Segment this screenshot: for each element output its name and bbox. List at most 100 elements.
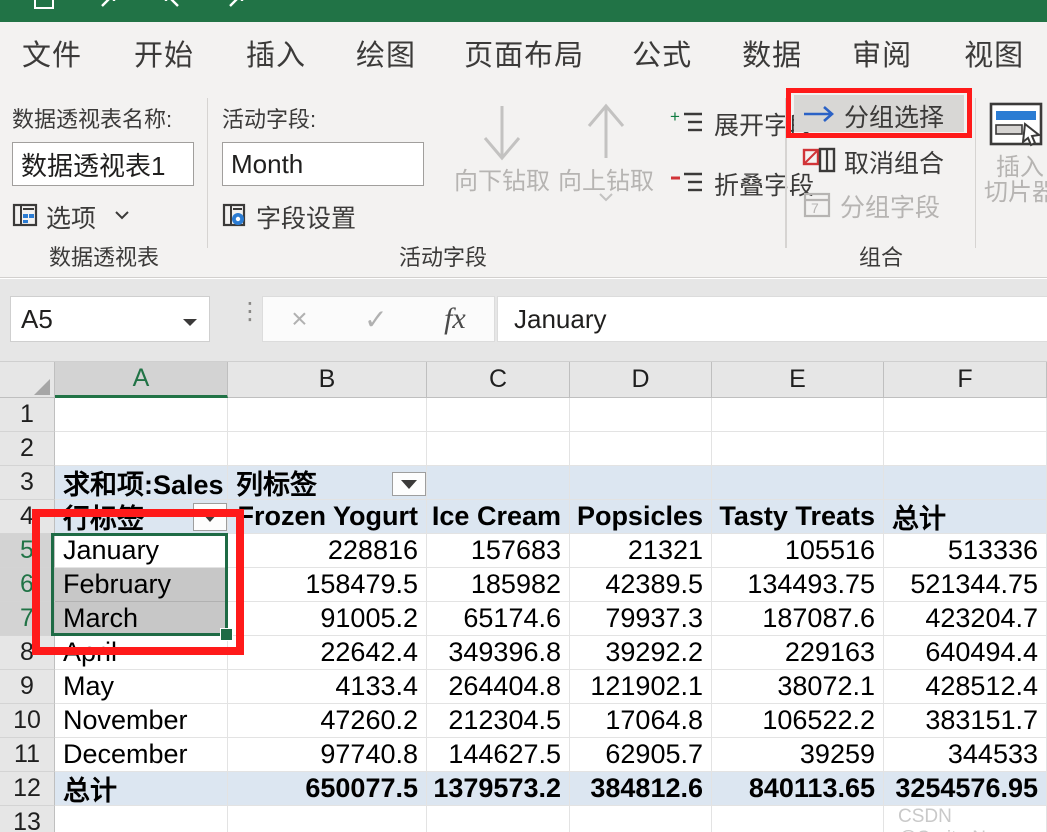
row-header-6[interactable]: 6 [0, 568, 55, 602]
row-header-1[interactable]: 1 [0, 398, 55, 432]
cell-e7[interactable]: 187087.6 [712, 602, 884, 636]
cell-c7[interactable]: 65174.6 [427, 602, 570, 636]
cell-b12[interactable]: 650077.5 [228, 772, 427, 806]
cell-e9[interactable]: 38072.1 [712, 670, 884, 704]
cell-a1[interactable] [55, 398, 228, 432]
cell-f9[interactable]: 428512.4 [884, 670, 1047, 704]
enter-icon[interactable]: ✓ [364, 303, 387, 336]
insert-function-icon[interactable]: fx [444, 302, 466, 336]
cell-c9[interactable]: 264404.8 [427, 670, 570, 704]
cell-e4-tasty-treats[interactable]: Tasty Treats [712, 500, 884, 534]
chevron-down-icon[interactable] [598, 190, 614, 208]
cell-c5[interactable]: 157683 [427, 534, 570, 568]
cell-f4-grand-total[interactable]: 总计 [884, 500, 1047, 534]
tab-home[interactable]: 开始 [134, 32, 194, 74]
cell-b1[interactable] [228, 398, 427, 432]
chevron-down-icon[interactable] [114, 208, 130, 226]
cell-e6[interactable]: 134493.75 [712, 568, 884, 602]
cell-f6[interactable]: 521344.75 [884, 568, 1047, 602]
column-header-a[interactable]: A [55, 362, 228, 398]
cell-c10[interactable]: 212304.5 [427, 704, 570, 738]
ungroup-button[interactable]: 取消组合 [802, 144, 944, 180]
cell-c13[interactable] [427, 806, 570, 832]
drill-up-button[interactable]: 向上钻取 [556, 102, 656, 208]
cell-b5[interactable]: 228816 [228, 534, 427, 568]
redo-icon[interactable] [94, 0, 122, 14]
cell-c1[interactable] [427, 398, 570, 432]
cell-e1[interactable] [712, 398, 884, 432]
cell-f1[interactable] [884, 398, 1047, 432]
row-header-9[interactable]: 9 [0, 670, 55, 704]
drill-down-button[interactable]: 向下钻取 [448, 102, 556, 194]
undo-icon[interactable] [158, 0, 186, 14]
cell-e5[interactable]: 105516 [712, 534, 884, 568]
formula-input[interactable]: January [497, 296, 1047, 342]
cell-a8-row-label[interactable]: April [55, 636, 228, 670]
cell-c4-ice-cream[interactable]: Ice Cream [427, 500, 570, 534]
cell-e8[interactable]: 229163 [712, 636, 884, 670]
row-header-4[interactable]: 4 [0, 500, 55, 534]
name-box[interactable]: A5 [10, 296, 210, 342]
cell-d9[interactable]: 121902.1 [570, 670, 712, 704]
tab-file[interactable]: 文件 [22, 32, 82, 74]
group-field-button[interactable]: 7 分组字段 [802, 188, 940, 224]
cell-f2[interactable] [884, 432, 1047, 466]
cell-a3-value-header[interactable]: 求和项:Sales [55, 466, 228, 500]
column-labels-filter-button[interactable] [392, 472, 426, 496]
select-all-corner[interactable] [0, 362, 55, 398]
row-header-7[interactable]: 7 [0, 602, 55, 636]
row-header-11[interactable]: 11 [0, 738, 55, 772]
cell-b8[interactable]: 22642.4 [228, 636, 427, 670]
cell-d2[interactable] [570, 432, 712, 466]
cell-e11[interactable]: 39259 [712, 738, 884, 772]
cell-d6[interactable]: 42389.5 [570, 568, 712, 602]
cancel-icon[interactable]: × [291, 303, 307, 335]
cell-d13[interactable] [570, 806, 712, 832]
cell-f10[interactable]: 383151.7 [884, 704, 1047, 738]
tab-review[interactable]: 审阅 [852, 32, 912, 74]
cell-a13[interactable] [55, 806, 228, 832]
row-header-3[interactable]: 3 [0, 466, 55, 500]
column-header-b[interactable]: B [228, 362, 427, 398]
cell-c11[interactable]: 144627.5 [427, 738, 570, 772]
cell-d10[interactable]: 17064.8 [570, 704, 712, 738]
cell-d3[interactable] [570, 466, 712, 500]
cell-c8[interactable]: 349396.8 [427, 636, 570, 670]
cell-d8[interactable]: 39292.2 [570, 636, 712, 670]
pivottable-name-input[interactable]: 数据透视表1 [12, 142, 194, 186]
cell-e12[interactable]: 840113.65 [712, 772, 884, 806]
cell-b10[interactable]: 47260.2 [228, 704, 427, 738]
cell-f3[interactable] [884, 466, 1047, 500]
cell-d7[interactable]: 79937.3 [570, 602, 712, 636]
cell-a9-row-label[interactable]: May [55, 670, 228, 704]
cell-f12[interactable]: 3254576.95 [884, 772, 1047, 806]
cell-a2[interactable] [55, 432, 228, 466]
cell-a10-row-label[interactable]: November [55, 704, 228, 738]
cell-d4-popsicles[interactable]: Popsicles [570, 500, 712, 534]
tab-page-layout[interactable]: 页面布局 [464, 32, 584, 74]
save-icon[interactable] [30, 0, 58, 14]
cell-c12[interactable]: 1379573.2 [427, 772, 570, 806]
row-header-2[interactable]: 2 [0, 432, 55, 466]
cell-b4-frozen-yogurt[interactable]: Frozen Yogurt [228, 500, 427, 534]
cell-e13[interactable] [712, 806, 884, 832]
cell-c3[interactable] [427, 466, 570, 500]
cell-a12-grand-total-label[interactable]: 总计 [55, 772, 228, 806]
selection-rectangle[interactable] [51, 533, 228, 636]
fill-handle[interactable] [220, 628, 233, 641]
cell-f5[interactable]: 513336 [884, 534, 1047, 568]
cell-e10[interactable]: 106522.2 [712, 704, 884, 738]
cell-a11-row-label[interactable]: December [55, 738, 228, 772]
tab-formulas[interactable]: 公式 [632, 32, 692, 74]
cell-e2[interactable] [712, 432, 884, 466]
cell-d1[interactable] [570, 398, 712, 432]
column-header-e[interactable]: E [712, 362, 884, 398]
tab-draw[interactable]: 绘图 [356, 32, 416, 74]
cell-c2[interactable] [427, 432, 570, 466]
cell-d11[interactable]: 62905.7 [570, 738, 712, 772]
active-field-input[interactable]: Month [222, 142, 424, 186]
chevron-down-icon[interactable] [181, 304, 199, 335]
column-header-c[interactable]: C [427, 362, 570, 398]
cell-f7[interactable]: 423204.7 [884, 602, 1047, 636]
cell-b13[interactable] [228, 806, 427, 832]
